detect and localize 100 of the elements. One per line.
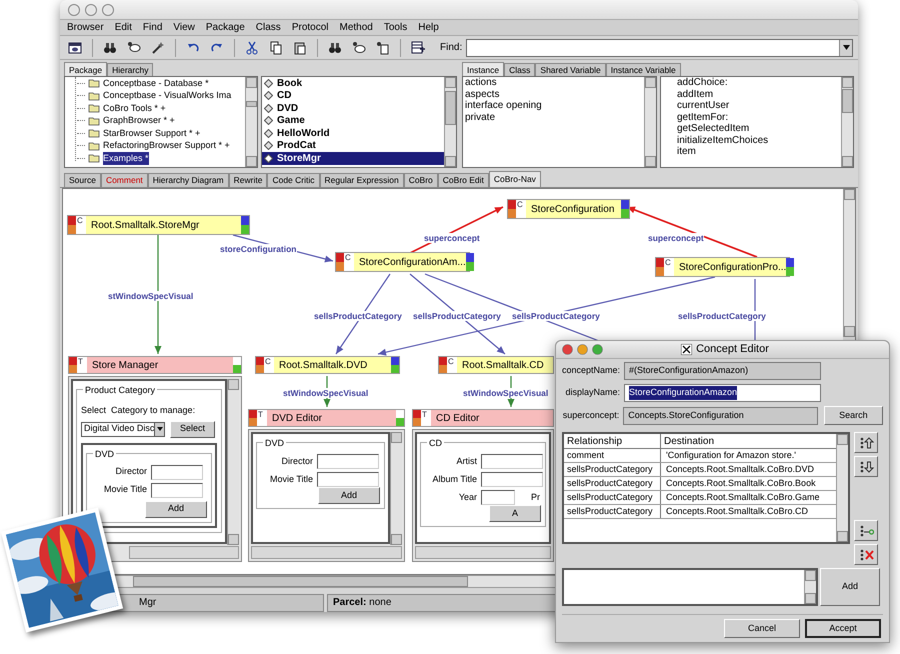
scrollbar[interactable]	[444, 77, 456, 167]
wand-icon[interactable]	[151, 40, 165, 54]
menu-item[interactable]: Find	[142, 20, 162, 35]
list-item[interactable]: addItem	[677, 88, 841, 100]
input-field[interactable]: Concepts.StoreConfiguration	[623, 406, 818, 424]
tree-item[interactable]: GraphBrowser * +	[103, 114, 175, 128]
relationship-table[interactable]	[562, 432, 850, 544]
tab[interactable]: CoBro	[404, 173, 438, 187]
tab[interactable]: Code Critic	[267, 173, 320, 187]
method-list[interactable]: addChoice: addItem currentUser getItemFor: getSelectedItem initializeItemChoices item	[660, 76, 854, 168]
list-item[interactable]: DVD	[262, 102, 444, 114]
template-node[interactable]: T Store Manager	[68, 356, 242, 374]
tree-item[interactable]: CoBro Tools * +	[103, 102, 166, 115]
tab[interactable]: Instance	[462, 62, 504, 76]
input-field[interactable]	[151, 482, 203, 498]
clipboard-icon[interactable]	[293, 40, 307, 54]
arrow-down-button[interactable]	[854, 456, 878, 477]
list-item[interactable]: initializeItemChoices	[677, 134, 841, 146]
tree-item[interactable]: Examples *	[103, 152, 149, 165]
list-item[interactable]: StoreMgr	[262, 152, 444, 164]
scrollbar[interactable]	[227, 379, 239, 545]
arrow-up-button[interactable]	[854, 432, 878, 453]
input-field[interactable]	[481, 472, 543, 487]
menu-item[interactable]: Protocol	[292, 20, 328, 35]
binoculars-icon[interactable]	[328, 40, 342, 54]
scrollbar[interactable]	[245, 77, 257, 167]
tab[interactable]: Source	[64, 173, 101, 187]
scissors-icon[interactable]	[245, 40, 259, 54]
delete-button[interactable]	[854, 544, 878, 565]
scrollbar[interactable]	[251, 546, 402, 559]
scrollbar[interactable]	[644, 77, 656, 167]
dropdown[interactable]: Digital Video Disc	[81, 422, 165, 436]
menu-item[interactable]: Browser	[67, 20, 104, 35]
protocol-list[interactable]: actions aspects interface opening private	[462, 76, 657, 168]
concept-node[interactable]: C Root.Smalltalk.DVD	[255, 356, 400, 374]
list-item[interactable]: addChoice:	[677, 77, 841, 88]
tab[interactable]: Package	[64, 62, 108, 76]
link-button[interactable]	[854, 520, 878, 541]
scrollbar[interactable]	[804, 570, 816, 604]
table-icon[interactable]	[411, 40, 425, 54]
scrollbar[interactable]	[836, 434, 848, 542]
menu-item[interactable]: Method	[340, 20, 373, 35]
tab[interactable]: Comment	[100, 173, 148, 187]
template-node[interactable]: T DVD Editor	[248, 409, 405, 427]
tab[interactable]: CoBro Edit	[438, 173, 489, 187]
menu-item[interactable]: Help	[418, 20, 439, 35]
input-field[interactable]	[317, 472, 379, 487]
add-button[interactable]: Add	[144, 500, 207, 518]
input-field[interactable]	[481, 454, 543, 469]
document-icon[interactable]	[376, 40, 390, 54]
scrollbar[interactable]	[129, 546, 239, 559]
list-item[interactable]: item	[677, 146, 841, 158]
input-field[interactable]	[151, 464, 203, 480]
tab[interactable]: Class	[504, 63, 536, 76]
menu-item[interactable]: Edit	[114, 20, 132, 35]
tab[interactable]: CoBro-Nav	[488, 171, 541, 187]
input-field[interactable]: StoreConfigurationAmazon	[624, 384, 821, 402]
tab[interactable]: Rewrite	[228, 173, 268, 187]
list-item[interactable]: Game	[262, 114, 444, 127]
menu-item[interactable]: Tools	[384, 20, 408, 35]
menu-item[interactable]: Package	[206, 20, 245, 35]
template-node[interactable]: T CD Editor	[412, 409, 554, 427]
menu-item[interactable]: Class	[256, 20, 281, 35]
add-button[interactable]: Add	[820, 568, 880, 606]
list-item[interactable]: Book	[262, 77, 444, 90]
list-item[interactable]: aspects	[465, 88, 644, 100]
speech-bubble-icon[interactable]	[352, 40, 366, 54]
tree-item[interactable]: RefactoringBrowser Support * +	[103, 139, 230, 152]
copy-icon[interactable]	[269, 40, 283, 54]
list-item[interactable]: getSelectedItem	[677, 123, 841, 134]
list-item[interactable]: CD	[262, 90, 444, 102]
list-item[interactable]: private	[465, 112, 644, 123]
dialog-button[interactable]: Cancel	[724, 619, 800, 638]
tab[interactable]: Instance Variable	[606, 63, 681, 76]
input-field[interactable]	[481, 490, 515, 505]
list-item[interactable]: currentUser	[677, 100, 841, 112]
scrollbar[interactable]	[841, 77, 853, 167]
concept-node[interactable]: C Root.Smalltalk.CD	[438, 356, 554, 374]
tree-item[interactable]: Conceptbase - Database *	[103, 77, 209, 90]
tab[interactable]: Shared Variable	[535, 63, 606, 76]
input-field[interactable]: #(StoreConfigurationAmazon)	[624, 362, 821, 380]
input-field[interactable]	[317, 454, 379, 469]
scrollbar[interactable]	[843, 189, 855, 337]
undo-icon[interactable]	[186, 40, 200, 54]
window-icon[interactable]	[68, 40, 82, 54]
select-button[interactable]: Select	[170, 420, 216, 438]
scrollbar-thumb[interactable]	[133, 576, 468, 587]
speech-bubble-icon[interactable]	[127, 40, 141, 54]
menu-item[interactable]: View	[173, 20, 195, 35]
concept-node[interactable]: C StoreConfiguration	[507, 199, 630, 219]
binoculars-icon[interactable]	[103, 40, 117, 54]
tree-item[interactable]: StarBrowser Support * +	[103, 126, 200, 140]
tab[interactable]: Hierarchy	[107, 63, 154, 76]
list-item[interactable]: ProdCat	[262, 140, 444, 152]
tab[interactable]: Regular Expression	[320, 173, 404, 187]
concept-node[interactable]: C Root.Smalltalk.StoreMgr	[67, 215, 250, 235]
class-list[interactable]: Book CD DVD Game HelloWorld ProdCat StoreMgr	[261, 76, 457, 168]
redo-icon[interactable]	[210, 40, 224, 54]
add-button[interactable]: A	[488, 505, 541, 522]
find-field[interactable]	[466, 38, 853, 56]
